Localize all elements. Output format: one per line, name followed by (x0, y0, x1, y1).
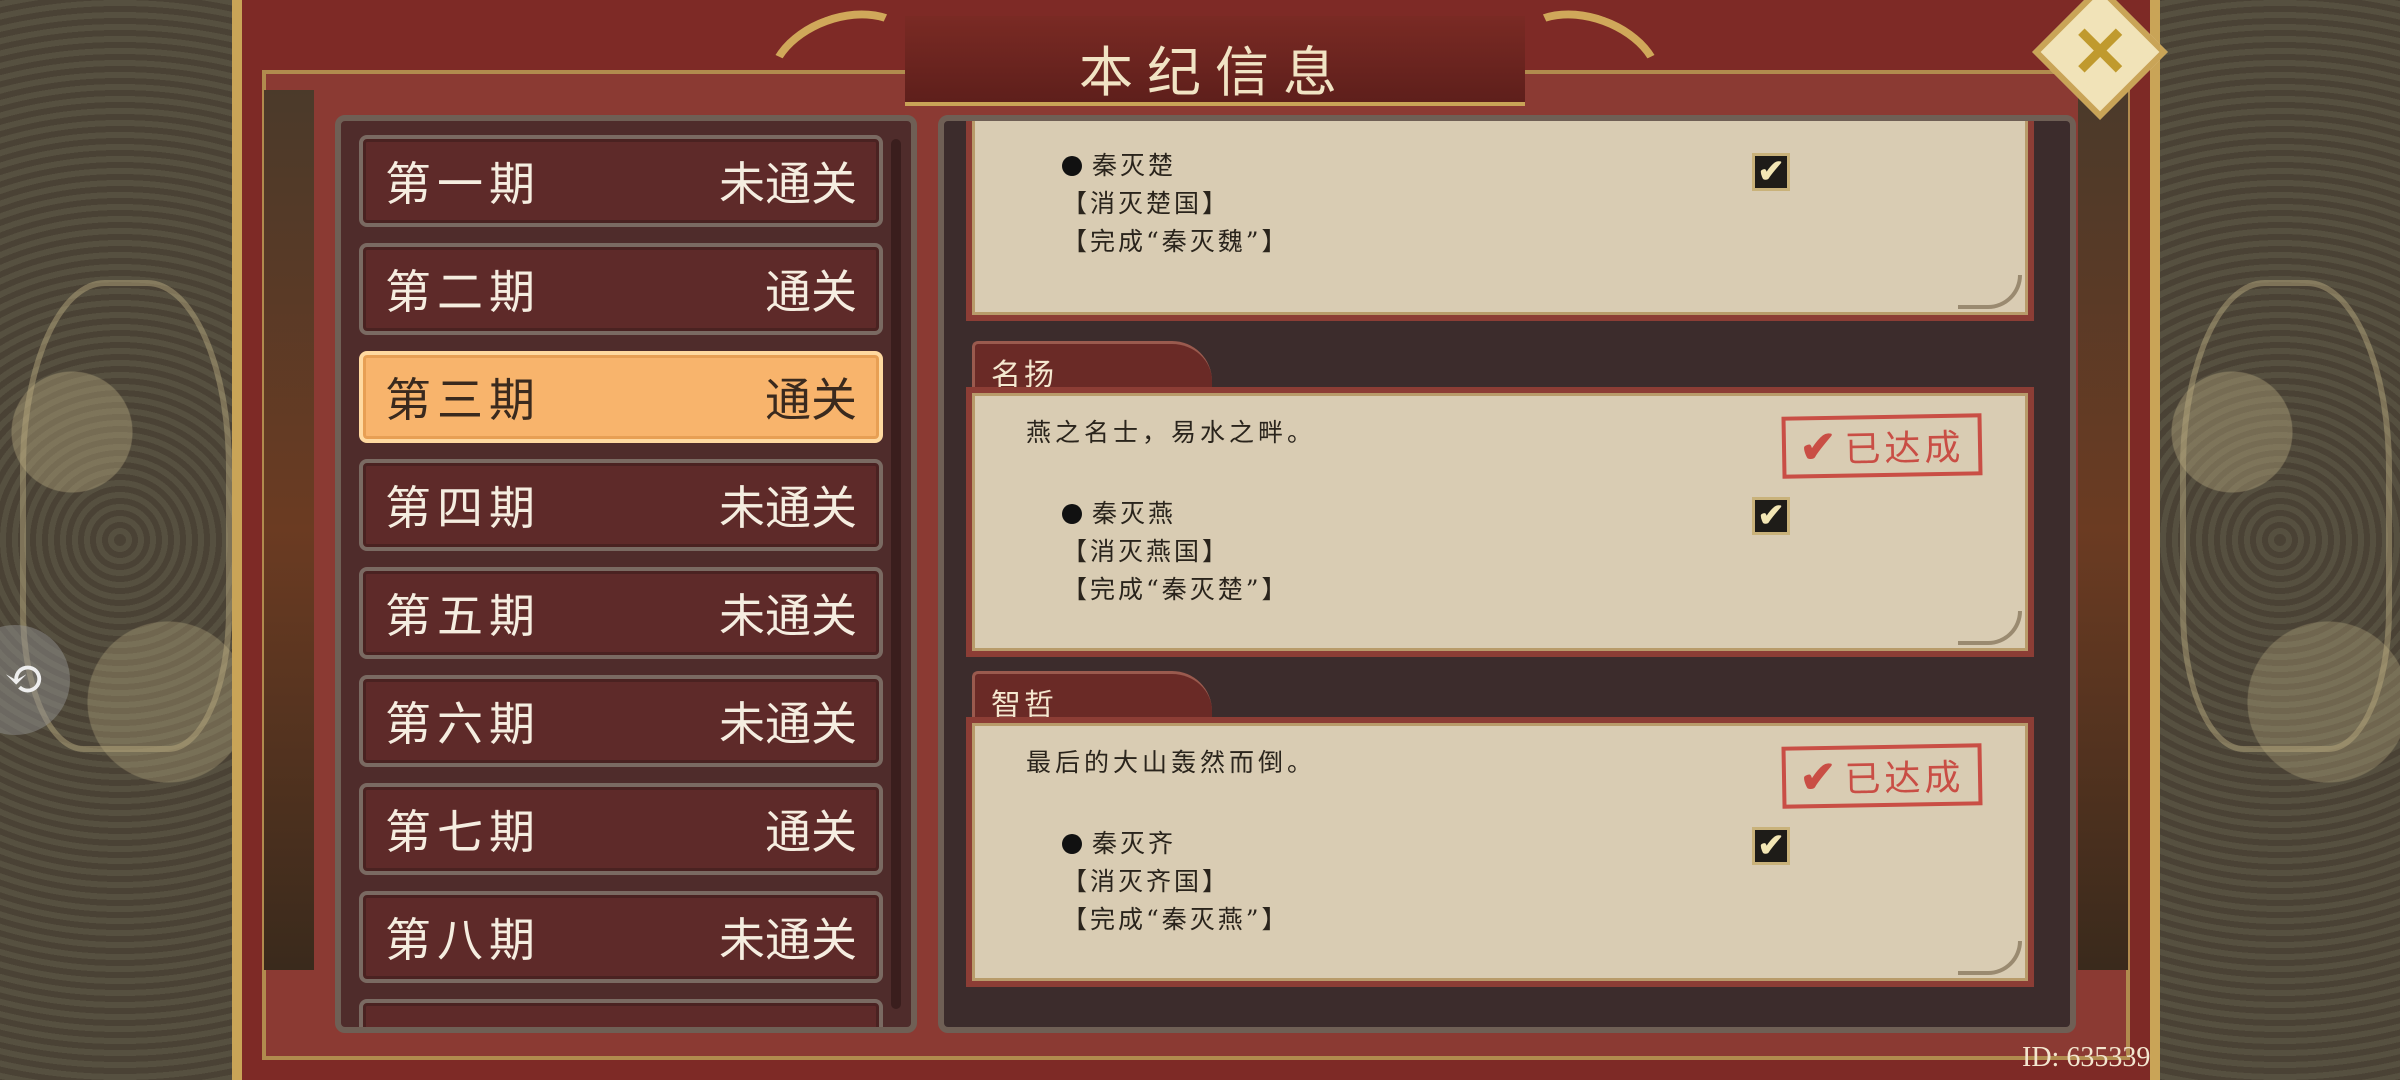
period-status: 通关 (765, 805, 857, 859)
title-plate: 本纪信息 (751, 0, 1679, 144)
period-item-3[interactable]: 第三期 通关 (359, 351, 883, 443)
period-name: 第二期 (385, 265, 541, 319)
close-x-icon: ✕ (2070, 10, 2130, 93)
period-item-1[interactable]: 第一期 未通关 (359, 135, 883, 227)
condition-line: 【完成“秦灭楚”】 (1062, 575, 1290, 604)
period-name: 第七期 (385, 805, 541, 859)
achievement-description: 最后的大山轰然而倒。 (1026, 748, 1317, 777)
period-item-9-partial[interactable] (359, 999, 883, 1027)
achievement-card: 最后的大山轰然而倒。 ✔ 已达成 秦灭齐 【消灭齐国】 【完成“秦灭燕”】 ✔ (966, 717, 2034, 987)
period-item-4[interactable]: 第四期 未通关 (359, 459, 883, 551)
frame-backdrop-left (264, 90, 314, 970)
achieved-stamp: ✔ 已达成 (1781, 413, 1983, 479)
condition-line: 【消灭楚国】 (1062, 189, 1231, 218)
period-name: 第四期 (385, 481, 541, 535)
bullet-icon (1062, 834, 1082, 854)
period-list[interactable]: 第一期 未通关 第二期 通关 第三期 通关 第四期 未通关 第五期 未通关 第六… (335, 115, 917, 1033)
achieved-stamp: ✔ 已达成 (1781, 743, 1983, 809)
period-status: 未通关 (719, 481, 857, 535)
period-item-2[interactable]: 第二期 通关 (359, 243, 883, 335)
period-status: 通关 (765, 265, 857, 319)
assist-icon: ⟲ (4, 651, 45, 707)
condition-line: 【完成“秦灭燕”】 (1062, 905, 1290, 934)
bullet-icon (1062, 156, 1082, 176)
dragon-wallpaper-right (2160, 0, 2400, 1080)
period-item-6[interactable]: 第六期 未通关 (359, 675, 883, 767)
period-status: 未通关 (719, 589, 857, 643)
condition-line: 【消灭燕国】 (1062, 537, 1231, 566)
period-item-7[interactable]: 第七期 通关 (359, 783, 883, 875)
period-name: 第三期 (385, 373, 541, 427)
check-stamp-icon: ✔ (1799, 421, 1841, 473)
check-stamp-icon: ✔ (1799, 751, 1841, 803)
achievement-card: 燕之名士，易水之畔。 ✔ 已达成 秦灭燕 【消灭燕国】 【完成“秦灭楚”】 ✔ (966, 387, 2034, 657)
achievement-list[interactable]: 秦灭楚 【消灭楚国】 【完成“秦灭魏”】 ✔ 名扬 燕之名士，易水之畔。 ✔ 已… (938, 115, 2076, 1033)
achievement-description: 燕之名士，易水之畔。 (1026, 418, 1317, 447)
period-name: 第五期 (385, 589, 541, 643)
period-item-5[interactable]: 第五期 未通关 (359, 567, 883, 659)
page-fold-icon (1958, 611, 2022, 645)
condition-title: 秦灭楚 (1062, 147, 1176, 185)
player-id-label: ID: 635339 (2022, 1042, 2151, 1073)
period-name: 第六期 (385, 697, 541, 751)
checkbox-checked-icon: ✔ (1752, 153, 1790, 191)
condition-line: 【消灭齐国】 (1062, 867, 1231, 896)
condition-title: 秦灭齐 (1062, 825, 1176, 863)
checkbox-checked-icon: ✔ (1752, 497, 1790, 535)
frame-backdrop-right (2078, 90, 2128, 970)
condition-title: 秦灭燕 (1062, 495, 1176, 533)
condition-line: 【完成“秦灭魏”】 (1062, 227, 1290, 256)
period-name: 第八期 (385, 913, 541, 967)
period-status: 通关 (765, 373, 857, 427)
period-item-8[interactable]: 第八期 未通关 (359, 891, 883, 983)
bullet-icon (1062, 504, 1082, 524)
achievement-card: 秦灭楚 【消灭楚国】 【完成“秦灭魏”】 ✔ (966, 121, 2034, 321)
achievement-tab: 智哲 (972, 671, 1212, 723)
page-fold-icon (1958, 941, 2022, 975)
achievement-tab: 名扬 (972, 341, 1212, 393)
period-list-scrollbar[interactable] (891, 139, 901, 1009)
period-status: 未通关 (719, 157, 857, 211)
dragon-wallpaper-left (0, 0, 240, 1080)
checkbox-checked-icon: ✔ (1752, 827, 1790, 865)
period-status: 未通关 (719, 697, 857, 751)
period-name: 第一期 (385, 157, 541, 211)
page-title: 本纪信息 (1079, 41, 1351, 104)
period-status: 未通关 (719, 913, 857, 967)
page-fold-icon (1958, 275, 2022, 309)
